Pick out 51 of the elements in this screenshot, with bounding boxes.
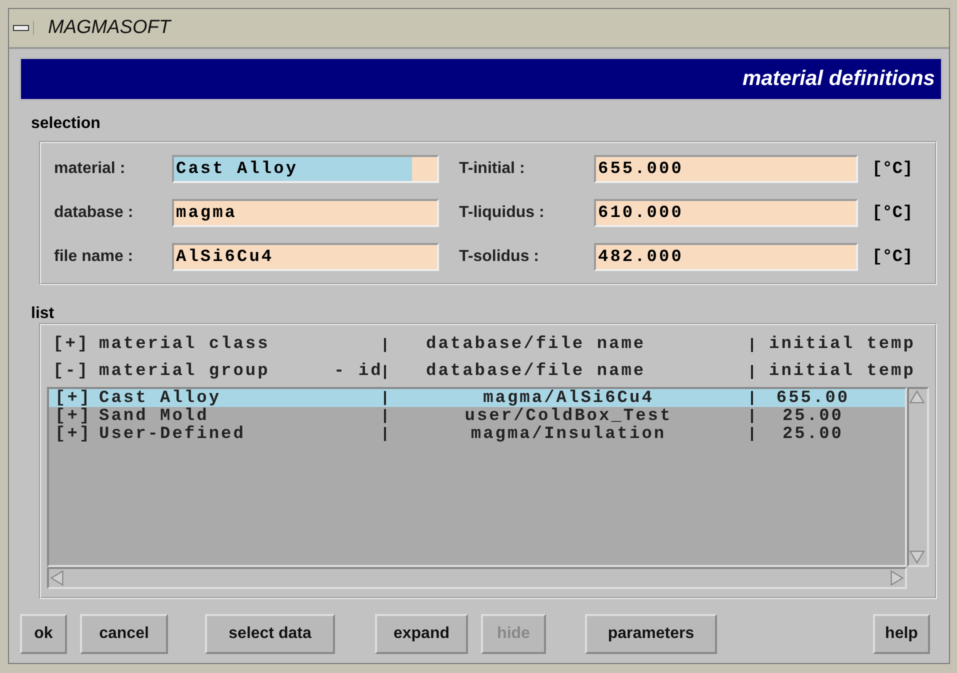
column-header: database/file name xyxy=(384,338,751,352)
input-field[interactable]: Cast Alloy xyxy=(172,155,439,183)
field-label: material : xyxy=(54,160,126,178)
header-title: material definitions xyxy=(742,67,935,91)
section-label: selection xyxy=(31,115,100,133)
field-value: AlSi6Cu4 xyxy=(175,246,274,268)
input-field[interactable]: AlSi6Cu4 xyxy=(172,243,439,271)
field-value: magma xyxy=(175,202,238,224)
field-value: 610.000 xyxy=(597,202,684,224)
field-label: database : xyxy=(54,204,134,222)
unit-label: [°C] xyxy=(872,248,913,266)
column-header: - id xyxy=(334,364,384,378)
field-label: T-solidus : xyxy=(459,248,540,266)
dialog-button[interactable]: expand xyxy=(375,614,468,654)
dialog-button[interactable]: help xyxy=(873,614,930,654)
list-row[interactable]: [+] Sand Mold user/ColdBox_Test 25.00 xyxy=(49,407,905,425)
field-value: 482.000 xyxy=(597,246,684,268)
window-title: MAGMASOFT xyxy=(48,17,170,39)
scroll-up-icon[interactable] xyxy=(909,389,925,405)
dialog-button[interactable]: select data xyxy=(205,614,335,654)
column-header: [+] xyxy=(52,335,91,354)
list-row[interactable]: [+] Cast Alloy magma/AlSi6Cu4 655.00 xyxy=(49,389,905,407)
list-row[interactable]: [+] User-Defined magma/Insulation 25.00 xyxy=(49,425,905,443)
scroll-right-icon[interactable] xyxy=(889,570,905,586)
horizontal-scrollbar[interactable] xyxy=(47,567,907,589)
column-header: database/file name xyxy=(384,364,751,378)
input-field[interactable]: magma xyxy=(172,199,439,227)
dialog-button[interactable]: parameters xyxy=(585,614,717,654)
column-header: [-] xyxy=(52,362,91,381)
vertical-scrollbar[interactable] xyxy=(907,387,929,567)
section-label: list xyxy=(31,305,54,323)
field-label: T-initial : xyxy=(459,160,526,178)
field-value: 655.000 xyxy=(597,158,684,180)
field-label: file name : xyxy=(54,248,134,266)
input-field[interactable]: 655.000 xyxy=(594,155,858,183)
scroll-down-icon[interactable] xyxy=(909,549,925,565)
field-value: Cast Alloy xyxy=(174,157,412,181)
column-header: material class xyxy=(99,338,271,352)
field-label: T-liquidus : xyxy=(459,204,546,222)
list-box[interactable]: [+] Cast Alloy magma/AlSi6Cu4 655.00 [+] Sand Mold user/ColdBox_Test 25.00 [+] User-Defined magma/Insulation 25.00 xyxy=(47,387,907,567)
unit-label: [°C] xyxy=(872,160,913,178)
window-menu-button[interactable] xyxy=(13,21,34,35)
column-header: initial temp xyxy=(751,364,916,378)
scroll-left-icon[interactable] xyxy=(49,570,65,586)
input-field[interactable]: 610.000 xyxy=(594,199,858,227)
column-header: material group xyxy=(99,364,271,378)
unit-label: [°C] xyxy=(872,204,913,222)
column-header: initial temp xyxy=(751,338,916,352)
dialog-button[interactable]: ok xyxy=(20,614,67,654)
dialog-button[interactable]: cancel xyxy=(80,614,168,654)
input-field[interactable]: 482.000 xyxy=(594,243,858,271)
